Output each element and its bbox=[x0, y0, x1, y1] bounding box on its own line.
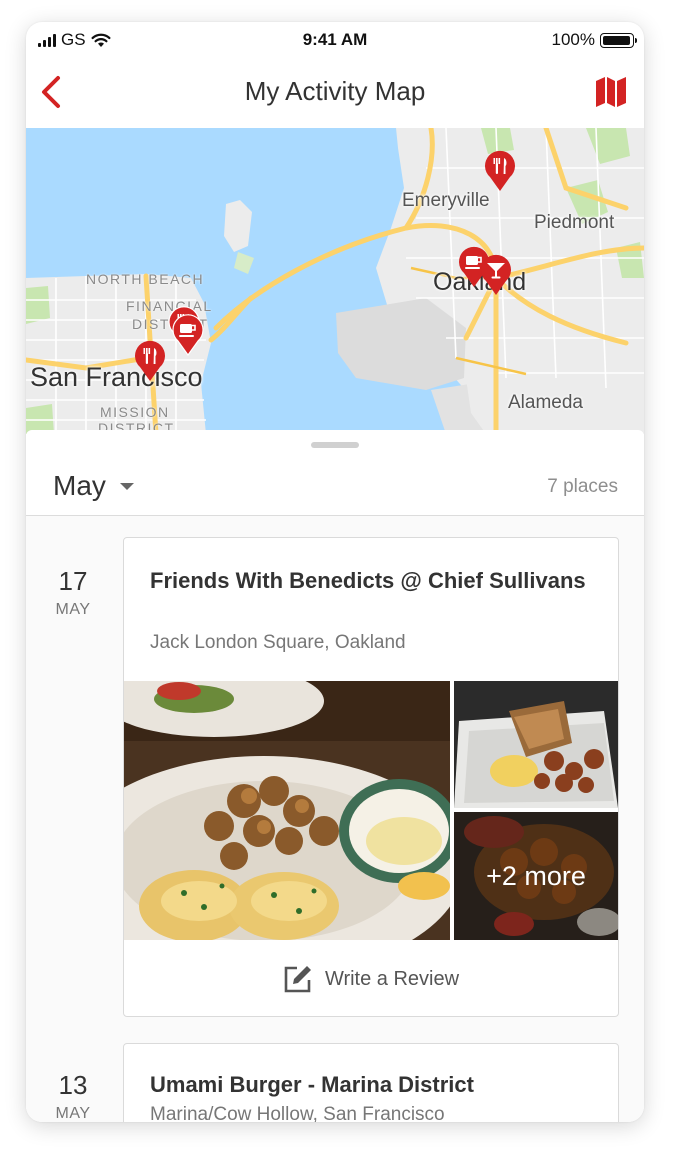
photo-more[interactable]: +2 more bbox=[454, 812, 618, 940]
benedict-photo bbox=[124, 681, 450, 940]
entry-day: 13 bbox=[58, 1070, 88, 1100]
month-filter-row: May 7 places bbox=[26, 454, 644, 514]
map-label-emeryville: Emeryville bbox=[402, 190, 490, 211]
page-title: My Activity Map bbox=[244, 76, 426, 106]
entry-day: 17 bbox=[58, 566, 88, 596]
photo-secondary[interactable] bbox=[454, 681, 618, 808]
photo-main[interactable] bbox=[124, 681, 450, 940]
map-icon bbox=[596, 77, 626, 107]
map-label-mission: MISSION bbox=[100, 404, 170, 420]
place-count: 7 places bbox=[547, 476, 618, 497]
write-review-label: Write a Review bbox=[324, 967, 460, 990]
bottom-sheet: May 7 places 17 MAY Friends With Benedic… bbox=[26, 430, 644, 1122]
caret-down-icon bbox=[119, 482, 134, 490]
business-name[interactable]: Umami Burger - Marina District bbox=[150, 1068, 590, 1101]
map-label-north-beach: NORTH BEACH bbox=[86, 271, 205, 287]
activity-map[interactable]: NORTH BEACH FINANCIAL DISTRICT San Franc… bbox=[26, 128, 644, 434]
map-label-piedmont: Piedmont bbox=[534, 212, 615, 233]
more-photos-overlay: +2 more bbox=[454, 812, 618, 940]
activity-card[interactable]: Friends With Benedicts @ Chief Sullivans… bbox=[123, 537, 619, 1017]
business-location: Jack London Square, Oakland bbox=[150, 632, 406, 653]
phone-screen: GS 9:41 AM 100% My Activity Map NORTH BE… bbox=[26, 22, 644, 1122]
map-label-alameda: Alameda bbox=[508, 392, 583, 413]
entry-date: 17 MAY bbox=[53, 566, 93, 619]
month-dropdown[interactable]: May bbox=[53, 470, 134, 502]
entry-month: MAY bbox=[55, 1105, 91, 1122]
map-pin-coffee[interactable] bbox=[172, 314, 204, 356]
month-label: May bbox=[53, 470, 106, 501]
activity-feed: 17 MAY Friends With Benedicts @ Chief Su… bbox=[26, 516, 644, 1122]
battery-percent: 100% bbox=[551, 30, 595, 49]
photo-gallery: +2 more bbox=[124, 681, 618, 940]
coffee-icon bbox=[179, 324, 196, 337]
activity-card[interactable]: Umami Burger - Marina District Marina/Co… bbox=[123, 1043, 619, 1122]
toast-photo bbox=[454, 681, 618, 808]
nav-bar: My Activity Map bbox=[26, 56, 644, 128]
status-bar: GS 9:41 AM 100% bbox=[26, 22, 644, 56]
map-pin-restaurant[interactable] bbox=[134, 340, 166, 382]
business-location: Marina/Cow Hollow, San Francisco bbox=[150, 1104, 445, 1122]
map-pin-restaurant[interactable] bbox=[484, 150, 516, 192]
sheet-drag-handle[interactable] bbox=[311, 442, 359, 448]
map-pin-bar[interactable] bbox=[480, 254, 512, 296]
battery-icon bbox=[600, 32, 637, 48]
write-review-button[interactable]: Write a Review bbox=[124, 942, 618, 1016]
coffee-icon bbox=[465, 256, 482, 269]
map-view-button[interactable] bbox=[594, 76, 628, 108]
entry-date: 13 MAY bbox=[53, 1070, 93, 1122]
map-label-san-francisco: San Francisco bbox=[30, 362, 203, 392]
entry-month: MAY bbox=[55, 601, 91, 618]
business-name[interactable]: Friends With Benedicts @ Chief Sullivans bbox=[150, 564, 590, 597]
edit-icon bbox=[284, 966, 311, 993]
status-right: 100% bbox=[551, 30, 637, 50]
